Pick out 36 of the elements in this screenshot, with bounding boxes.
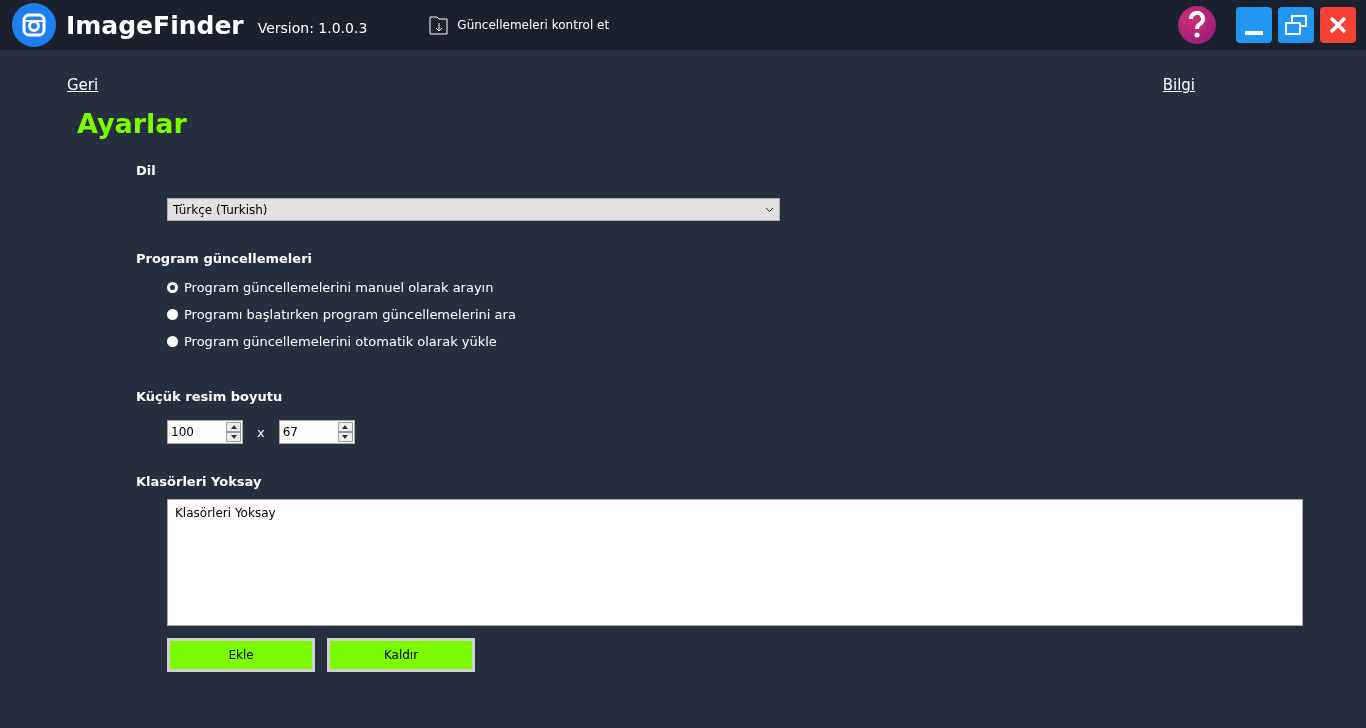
up-arrow-icon <box>342 425 349 429</box>
radio-option[interactable]: Program güncellemelerini manuel olarak arayın <box>167 274 1366 301</box>
spin-down-button[interactable] <box>337 432 353 442</box>
list-item[interactable]: Klasörleri Yoksay <box>175 506 1295 520</box>
app-name: ImageFinder <box>66 10 244 40</box>
radio-option[interactable]: Program güncellemelerini otomatik olarak yükle <box>167 328 1366 355</box>
up-arrow-icon <box>230 425 237 429</box>
spin-down-button[interactable] <box>226 432 241 442</box>
times-sign: x <box>257 424 265 440</box>
chevron-down-icon <box>765 206 774 213</box>
camera-logo-icon <box>12 3 56 47</box>
page-title: Ayarlar <box>77 108 188 139</box>
section-label: Dil <box>136 163 157 178</box>
restore-button[interactable] <box>1278 7 1314 43</box>
question-mark-icon <box>1188 11 1206 39</box>
section-label: Klasörleri Yoksay <box>136 474 263 489</box>
add-button[interactable]: Ekle <box>167 638 315 672</box>
language-dropdown[interactable]: Türkçe (Turkish) <box>167 198 780 221</box>
down-arrow-icon <box>342 435 349 439</box>
down-arrow-icon <box>230 435 237 439</box>
back-link[interactable]: Geri <box>67 76 99 94</box>
version-text: Version: 1.0.0.3 <box>257 20 368 36</box>
remove-button[interactable]: Kaldır <box>327 638 475 672</box>
help-button[interactable] <box>1178 6 1216 44</box>
section-label: Program güncellemeleri <box>136 251 313 266</box>
minimize-icon <box>1245 31 1263 35</box>
minimize-button[interactable] <box>1236 7 1272 43</box>
radio-option[interactable]: Programı başlatırken program güncellemelerini ara <box>167 301 1366 328</box>
info-link[interactable]: Bilgi <box>1162 76 1195 94</box>
close-button[interactable] <box>1320 7 1356 43</box>
spin-up-button[interactable] <box>337 422 353 432</box>
restore-icon <box>1284 14 1308 36</box>
close-icon <box>1328 15 1348 35</box>
section-label: Küçük resim boyutu <box>136 389 284 404</box>
update-check-button[interactable]: Güncellemeleri kontrol et <box>429 14 610 36</box>
spin-up-button[interactable] <box>226 422 241 432</box>
